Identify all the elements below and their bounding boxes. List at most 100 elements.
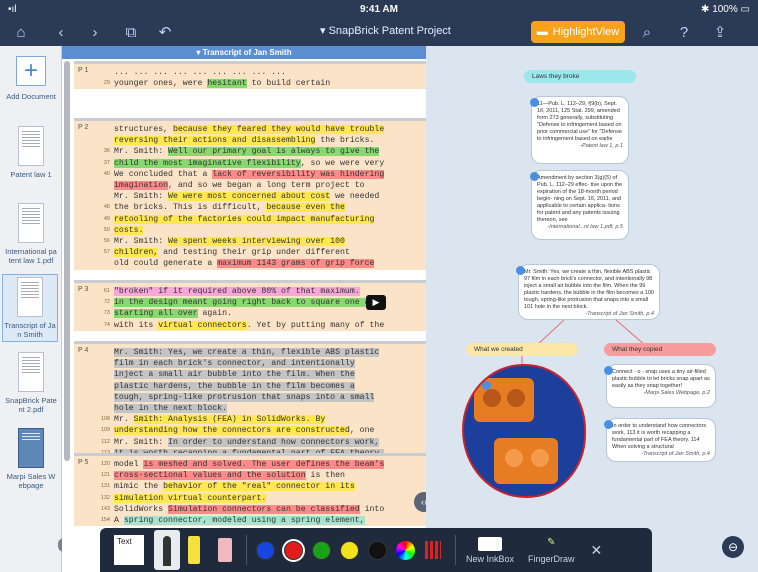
highlighted-text[interactable]: inject a small air bubble into the film.… bbox=[114, 370, 355, 380]
highlight-view-button[interactable]: ▬ HighlightView bbox=[531, 21, 625, 43]
help-icon[interactable]: ? bbox=[673, 21, 695, 43]
plain-text: the bricks. This is difficult, bbox=[114, 203, 267, 213]
highlighted-text[interactable]: Simulation connectors can be classified bbox=[168, 504, 360, 514]
color-swatch[interactable] bbox=[340, 540, 359, 560]
add-page-icon[interactable]: ⧉ bbox=[120, 21, 142, 43]
inkbox-canvas[interactable]: Laws they broke 11—Pub. L. 112–29, §9(b)… bbox=[426, 46, 758, 572]
line-text: simulation virtual counterpart. bbox=[114, 493, 267, 503]
line-text: A spring connector, modeled using a spri… bbox=[114, 516, 365, 525]
highlighted-text[interactable]: because even the bbox=[266, 203, 345, 213]
highlighted-text[interactable]: maximum 1143 grams of grip force bbox=[217, 259, 375, 269]
highlighted-text[interactable]: tough, spring-like protrusion that snaps… bbox=[114, 392, 375, 402]
line-number: 108 bbox=[100, 416, 110, 423]
color-swatch[interactable] bbox=[312, 540, 331, 560]
highlighted-text[interactable]: We spent weeks interviewing over 100 bbox=[168, 237, 345, 246]
highlighted-text[interactable]: is meshed and solved. The user defines t… bbox=[143, 460, 385, 469]
created-brick-image[interactable] bbox=[462, 364, 586, 498]
highlighted-text[interactable]: We were most concerned about cost bbox=[168, 192, 331, 202]
highlighted-text[interactable]: imagination bbox=[114, 181, 169, 190]
copied-excerpt-1[interactable]: Connect - o - snap uses a tiny air-fille… bbox=[606, 364, 716, 408]
highlighted-text[interactable]: simulation virtual counterpart. bbox=[114, 493, 267, 503]
what-they-copied-label[interactable]: What they copied bbox=[604, 343, 716, 356]
highlighted-text[interactable]: film in each brick's connector, and inte… bbox=[114, 359, 355, 369]
share-icon[interactable]: ⇪ bbox=[709, 21, 731, 43]
play-video-icon[interactable]: ▶ bbox=[366, 295, 386, 310]
line-number: 56 bbox=[103, 238, 110, 244]
back-icon[interactable]: ‹ bbox=[50, 21, 72, 43]
new-inkbox-button[interactable]: New InkBox bbox=[466, 536, 514, 564]
line-number: 120 bbox=[100, 461, 110, 467]
highlighted-text[interactable]: lack of reversibility was hindering bbox=[212, 169, 385, 179]
highlighted-text[interactable]: retooling of the factories could impact … bbox=[114, 214, 375, 224]
stroke-width-icon[interactable] bbox=[425, 541, 441, 559]
highlighted-text[interactable]: understanding how the connectors are con… bbox=[114, 426, 350, 436]
line-text: reversing their actions and disassemblin… bbox=[114, 136, 374, 146]
what-we-created-label[interactable]: What we created bbox=[466, 343, 578, 356]
highlighted-text[interactable]: Well our primary goal is always to give … bbox=[168, 147, 380, 157]
pen-tool-icon[interactable] bbox=[154, 530, 180, 570]
transcript-paragraph[interactable]: P 5 120 model is meshed and solved. The us… bbox=[74, 453, 426, 527]
sidebar-item-snapbrick-patent-2[interactable]: SnapBrick Pate nt 2.pdf bbox=[2, 352, 60, 414]
highlighted-text[interactable]: child the most imaginative flexibility bbox=[114, 158, 301, 168]
line-text: model is meshed and solved. The user def… bbox=[114, 460, 385, 469]
link-dot-icon[interactable] bbox=[604, 420, 613, 429]
close-icon[interactable]: ✕ bbox=[591, 542, 603, 559]
sidebar-item-marpi-sales[interactable]: Marpi Sales W ebpage bbox=[2, 428, 60, 490]
rainbow-color-icon[interactable] bbox=[396, 540, 415, 560]
eraser-tool-icon[interactable] bbox=[218, 538, 232, 562]
transcript-line: 73 starting all over again. bbox=[74, 308, 426, 319]
highlighted-text[interactable]: hesitant bbox=[207, 79, 247, 89]
add-document-button[interactable]: + Add Document bbox=[2, 56, 60, 101]
highlighted-text[interactable]: cross-sectional values and the solution bbox=[114, 471, 306, 481]
sidebar-item-label: Transcript of Ja n Smith bbox=[4, 321, 56, 339]
color-swatch[interactable] bbox=[256, 540, 275, 560]
highlighted-text[interactable]: behavior of the "real" connector in its bbox=[163, 482, 355, 492]
highlighted-text[interactable]: hole in the next block. bbox=[114, 404, 228, 413]
search-icon[interactable]: ⌕ bbox=[636, 21, 658, 43]
fingerdraw-button[interactable]: ✎ FingerDraw bbox=[528, 537, 575, 564]
plain-text: is then bbox=[305, 471, 345, 481]
color-swatch[interactable] bbox=[284, 540, 303, 560]
copied-excerpt-2[interactable]: In order to understand how connectors wo… bbox=[606, 418, 716, 462]
document-scrollbar[interactable] bbox=[64, 61, 70, 461]
highlighted-text[interactable]: children, bbox=[114, 248, 159, 258]
sidebar-item-transcript[interactable]: Transcript of Ja n Smith bbox=[2, 274, 58, 342]
highlighted-text[interactable]: plastic hardens, the bubble in the film … bbox=[114, 381, 355, 391]
highlighter-tool-icon[interactable] bbox=[188, 536, 200, 564]
link-dot-icon[interactable] bbox=[604, 366, 613, 375]
undo-icon[interactable]: ↶ bbox=[154, 21, 176, 43]
highlighted-text[interactable]: starting all over bbox=[114, 309, 198, 319]
line-number: 50 bbox=[103, 226, 110, 233]
text-tool-button[interactable]: Text bbox=[114, 535, 144, 565]
line-number: 131 bbox=[100, 483, 110, 490]
transcript-line: tough, spring-like protrusion that snaps… bbox=[74, 392, 426, 403]
zoom-out-icon[interactable]: ⊖ bbox=[722, 536, 744, 558]
document-thumbnail bbox=[18, 203, 44, 243]
plain-text: Mr. Smith: bbox=[114, 192, 169, 202]
transcript-paragraph[interactable]: P 2 structures, because they feared they … bbox=[74, 118, 426, 270]
highlighted-text[interactable]: reversing their actions and disassemblin… bbox=[114, 136, 316, 146]
sidebar-item-international-patent-law[interactable]: International pa tent law 1.pdf bbox=[2, 203, 60, 265]
transcript-paragraph[interactable]: P 1... ... ... ... ... ... ... ... ... 29… bbox=[74, 61, 426, 90]
highlighted-text[interactable]: In order to understand how connectors wo… bbox=[168, 437, 380, 447]
forward-icon[interactable]: › bbox=[84, 21, 106, 43]
project-title[interactable]: ▾ SnapBrick Patent Project bbox=[320, 24, 451, 37]
transcript-paragraph[interactable]: P 4 Mr. Smith: Yes, we create a thin, fle… bbox=[74, 341, 426, 471]
line-text: structures, because they feared they wou… bbox=[114, 125, 385, 134]
highlighted-text[interactable]: virtual connectors bbox=[158, 320, 247, 330]
line-text: cross-sectional values and the solution … bbox=[114, 471, 345, 481]
highlighted-text[interactable]: spring connector, modeled using a spring… bbox=[123, 516, 365, 525]
highlighted-text[interactable]: costs. bbox=[114, 225, 144, 235]
home-icon[interactable]: ⌂ bbox=[10, 21, 32, 43]
sidebar-item-patent-law-1[interactable]: Patent law 1 bbox=[2, 126, 60, 179]
document-sidebar: + Add Document Patent law 1 Internationa… bbox=[0, 46, 70, 572]
color-swatch[interactable] bbox=[368, 540, 387, 560]
plain-text: to build certain bbox=[246, 79, 331, 89]
highlighted-text[interactable]: because they feared they would have trou… bbox=[172, 125, 385, 134]
highlighted-text[interactable]: "broken" if it required above 80% of tha… bbox=[114, 287, 360, 296]
highlighted-text[interactable]: Mr. Smith: Yes, we create a thin, flexib… bbox=[114, 348, 380, 357]
link-dot-icon[interactable] bbox=[482, 381, 491, 390]
highlighted-text[interactable]: Smith: Analysis (FEA) in SolidWorks. By bbox=[133, 415, 326, 425]
transcript-line: reversing their actions and disassemblin… bbox=[74, 135, 426, 146]
highlighted-text[interactable]: in the design meant going right back to … bbox=[114, 298, 380, 308]
